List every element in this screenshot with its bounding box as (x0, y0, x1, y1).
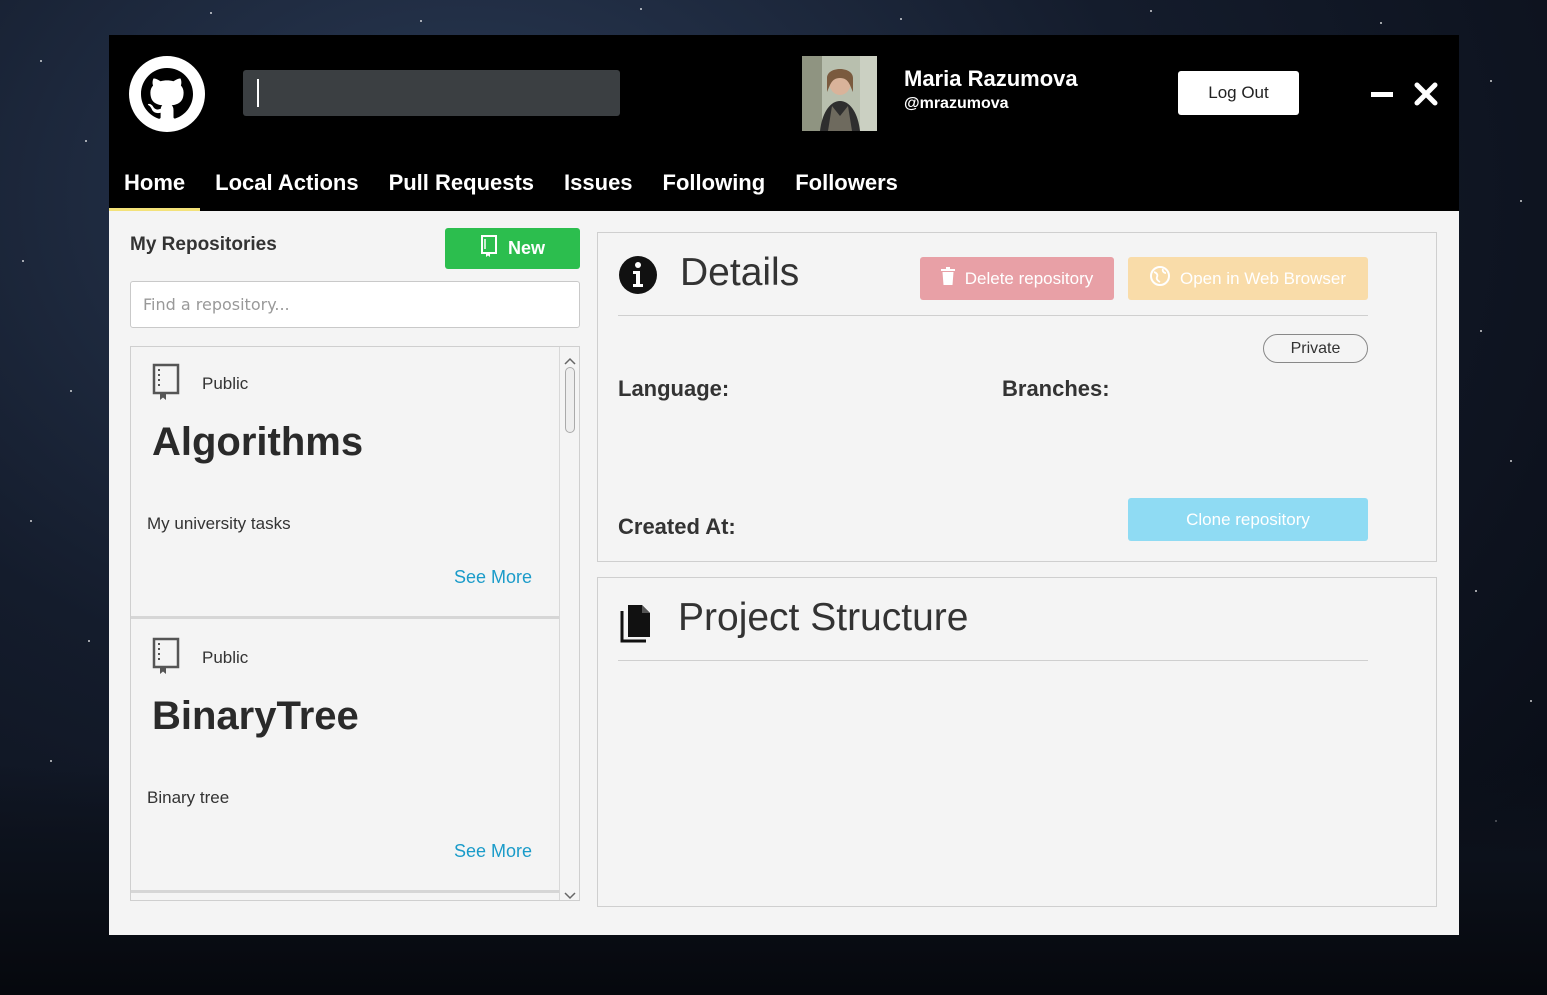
repository-card[interactable]: Public Algorithms My university tasks Se… (131, 347, 559, 619)
repo-visibility: Public (202, 374, 249, 393)
user-name: Maria Razumova (904, 66, 1078, 91)
language-label: Language: (618, 376, 730, 401)
details-panel: Details Delete repository Open in Web Br… (597, 232, 1437, 562)
scrollbar-thumb[interactable] (565, 367, 575, 433)
repositories-heading: My Repositories (130, 234, 277, 255)
main-nav: Home Local Actions Pull Requests Issues … (109, 163, 913, 211)
project-structure-title: Project Structure (678, 596, 969, 639)
repo-name: BinaryTree (152, 694, 359, 738)
chevron-down-icon[interactable] (564, 886, 576, 900)
tab-following[interactable]: Following (648, 163, 781, 211)
minimize-icon[interactable] (1369, 87, 1395, 101)
open-in-browser-button[interactable]: Open in Web Browser (1128, 257, 1368, 300)
repo-book-icon (151, 363, 181, 405)
new-repository-label: New (507, 238, 545, 258)
repo-description: My university tasks (147, 514, 291, 533)
tab-issues[interactable]: Issues (549, 163, 648, 211)
delete-repository-label: Delete repository (964, 268, 1094, 288)
globe-icon (1150, 266, 1170, 291)
repository-list-scrollbar[interactable] (559, 347, 579, 900)
file-icon (618, 603, 654, 647)
repo-name: Algorithms (152, 420, 364, 464)
app-window: Maria Razumova @mrazumova Log Out Home L… (109, 35, 1459, 935)
title-bar: Maria Razumova @mrazumova Log Out Home L… (109, 35, 1459, 211)
repository-search-input[interactable] (131, 282, 579, 327)
chevron-up-icon[interactable] (564, 351, 576, 365)
global-search-input[interactable] (243, 70, 620, 116)
see-more-link[interactable]: See More (454, 841, 532, 862)
branches-label: Branches: (1002, 376, 1110, 401)
structure-divider (618, 660, 1368, 661)
visibility-badge: Private (1263, 334, 1368, 363)
repo-visibility: Public (202, 648, 249, 667)
details-divider (618, 315, 1368, 316)
avatar[interactable] (802, 56, 877, 131)
tab-pull-requests[interactable]: Pull Requests (374, 163, 549, 211)
open-in-browser-label: Open in Web Browser (1180, 268, 1346, 288)
project-structure-panel: Project Structure (597, 577, 1437, 907)
close-icon[interactable] (1411, 79, 1441, 109)
repo-description: Binary tree (147, 788, 230, 807)
repository-list[interactable]: Public Algorithms My university tasks Se… (130, 346, 580, 901)
new-repository-button[interactable]: New (445, 228, 580, 269)
repo-book-icon (151, 637, 181, 679)
info-icon (618, 255, 658, 299)
tab-home[interactable]: Home (109, 163, 201, 211)
text-caret (257, 79, 259, 107)
global-search-field[interactable] (243, 70, 620, 116)
github-logo-icon (129, 56, 205, 132)
tab-followers[interactable]: Followers (780, 163, 913, 211)
trash-icon (940, 267, 955, 290)
created-at-label: Created At: (618, 514, 736, 539)
clone-repository-button[interactable]: Clone repository (1128, 498, 1368, 541)
repository-card[interactable]: Public BinaryTree Binary tree See More (131, 621, 559, 893)
repo-book-icon (480, 235, 498, 262)
delete-repository-button[interactable]: Delete repository (920, 257, 1114, 300)
see-more-link[interactable]: See More (454, 567, 532, 588)
tab-local-actions[interactable]: Local Actions (200, 163, 373, 211)
repository-search[interactable] (130, 281, 580, 328)
user-handle: @mrazumova (904, 95, 1009, 112)
details-title: Details (680, 251, 800, 294)
logout-button[interactable]: Log Out (1178, 71, 1299, 115)
